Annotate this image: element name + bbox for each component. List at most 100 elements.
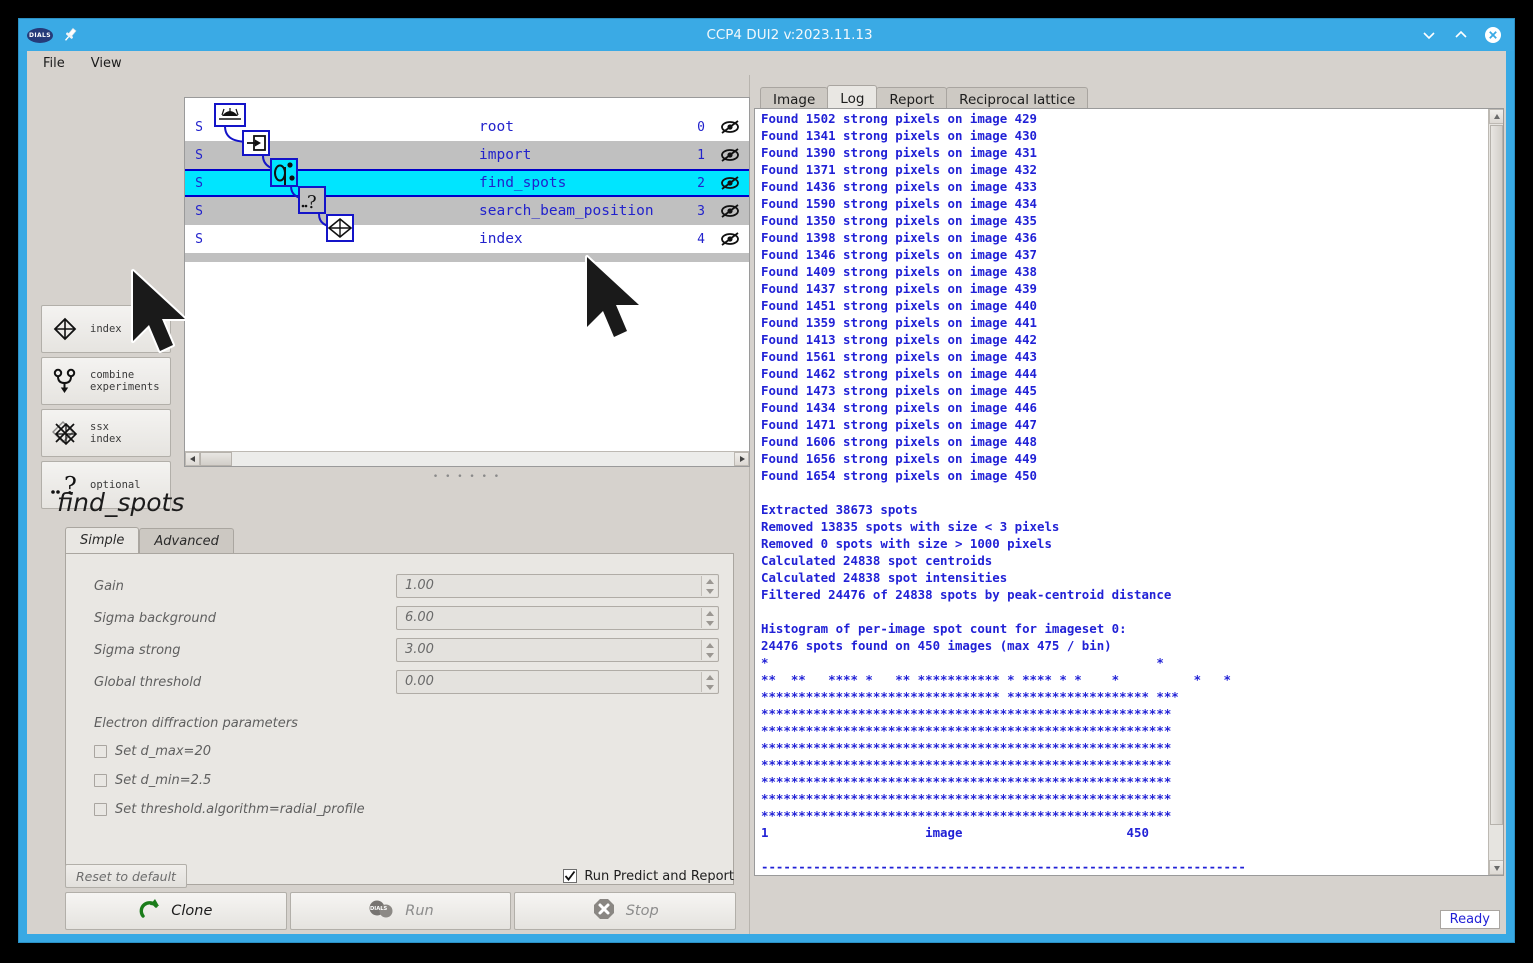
maximize-button[interactable] <box>1452 26 1470 44</box>
sigma-background-input[interactable]: 6.00 <box>395 606 719 630</box>
check-icon <box>565 870 576 881</box>
stepper-down-icon[interactable] <box>702 618 717 628</box>
d-max-label: Set d_max=20 <box>115 744 211 759</box>
splitter-grip-icon: • • • • • • <box>432 472 502 482</box>
window-controls <box>1420 26 1514 44</box>
gain-stepper[interactable] <box>701 576 717 596</box>
param-row-global-threshold: Global threshold 0.00 <box>80 666 719 698</box>
minimize-button[interactable] <box>1420 26 1438 44</box>
eye-slash-icon[interactable] <box>719 145 741 165</box>
clone-label: Clone <box>171 903 213 919</box>
stop-octagon-icon <box>592 897 616 925</box>
scroll-down-arrow-icon[interactable] <box>1489 860 1503 875</box>
dials-logo-icon: DIALS <box>27 27 53 43</box>
checkbox-row-d-max[interactable]: Set d_max=20 <box>80 737 719 766</box>
global-threshold-label: Global threshold <box>94 674 202 690</box>
row-label: import <box>479 147 532 163</box>
tree-horizontal-scrollbar[interactable] <box>185 451 749 466</box>
desktop-background: DIALS CCP4 DUI2 v:2023.11.13 File View i… <box>0 0 1533 963</box>
stepper-up-icon[interactable] <box>702 640 717 650</box>
scroll-up-arrow-icon[interactable] <box>1489 109 1503 124</box>
application-window: DIALS CCP4 DUI2 v:2023.11.13 File View i… <box>18 18 1515 943</box>
pin-icon[interactable] <box>61 26 79 44</box>
row-label: search_beam_position <box>479 203 654 219</box>
run-predict-and-report-toggle[interactable]: Run Predict and Report <box>563 869 740 884</box>
sigma-strong-value: 3.00 <box>404 642 434 657</box>
global-threshold-stepper[interactable] <box>701 672 717 692</box>
clone-button[interactable]: Clone <box>65 892 287 930</box>
eye-slash-icon[interactable] <box>719 117 741 137</box>
reset-row: Reset to default Run Predict and Report <box>35 864 742 892</box>
run-predict-checkbox[interactable] <box>563 869 578 883</box>
left-pane: index combine experiments ssx index ? op… <box>27 75 750 934</box>
menu-bar: File View <box>27 51 1506 75</box>
run-predict-label: Run Predict and Report <box>584 868 734 884</box>
tab-simple[interactable]: Simple <box>65 527 140 553</box>
d-max-checkbox[interactable] <box>94 745 107 758</box>
stepper-up-icon[interactable] <box>702 576 717 586</box>
log-vertical-scrollbar[interactable] <box>1488 109 1503 875</box>
stepper-down-icon[interactable] <box>702 682 717 692</box>
stepper-up-icon[interactable] <box>702 672 717 682</box>
tree-row-search-beam-position[interactable]: S search_beam_position 3 <box>185 197 749 225</box>
tab-advanced[interactable]: Advanced <box>139 528 234 553</box>
global-threshold-value: 0.00 <box>404 674 434 689</box>
stepper-down-icon[interactable] <box>702 586 717 596</box>
reset-to-default-button[interactable]: Reset to default <box>65 864 187 888</box>
eye-slash-icon[interactable] <box>719 201 741 221</box>
threshold-algorithm-checkbox[interactable] <box>94 803 107 816</box>
tree-row-root[interactable]: S root 0 <box>185 113 749 141</box>
d-min-checkbox[interactable] <box>94 774 107 787</box>
sigma-background-value: 6.00 <box>404 610 434 625</box>
parameter-panel: Gain 1.00 Sigma background 6.00 Sigma st… <box>65 553 734 885</box>
checkbox-row-threshold-algorithm[interactable]: Set threshold.algorithm=radial_profile <box>80 795 719 824</box>
menu-view[interactable]: View <box>91 56 122 71</box>
tree-row-index[interactable]: S index 4 <box>185 225 749 253</box>
vsb-thumb[interactable] <box>1490 125 1503 825</box>
status-badge: Ready <box>1439 910 1500 929</box>
stepper-up-icon[interactable] <box>702 608 717 618</box>
gain-input[interactable]: 1.00 <box>395 574 719 598</box>
page-title: find_spots <box>57 488 185 517</box>
stepper-down-icon[interactable] <box>702 650 717 660</box>
row-label: index <box>479 231 523 247</box>
param-row-sigma-background: Sigma background 6.00 <box>80 602 719 634</box>
pipeline-tree[interactable]: S root 0 S import 1 S find_spots 2 S sea… <box>184 97 750 467</box>
row-label: root <box>479 119 514 135</box>
run-button[interactable]: DIALS Run <box>289 892 512 930</box>
sigma-strong-label: Sigma strong <box>94 642 181 658</box>
pane-splitter[interactable]: • • • • • • <box>184 470 750 484</box>
tree-row-import[interactable]: S import 1 <box>185 141 749 169</box>
row-status-flag: S <box>195 119 203 135</box>
tree-row-find-spots[interactable]: S find_spots 2 <box>185 169 749 197</box>
clone-arrow-icon <box>139 897 161 925</box>
stop-button[interactable]: Stop <box>514 892 737 930</box>
sigma-strong-stepper[interactable] <box>701 640 717 660</box>
dials-logo-icon: DIALS <box>367 897 395 925</box>
svg-text:DIALS: DIALS <box>370 906 388 912</box>
log-output-panel[interactable]: Found 1502 strong pixels on image 429 Fo… <box>754 108 1504 876</box>
global-threshold-input[interactable]: 0.00 <box>395 670 719 694</box>
close-icon[interactable] <box>1484 26 1502 44</box>
row-status-flag: S <box>195 175 203 191</box>
scroll-left-arrow-icon[interactable] <box>185 452 200 466</box>
gain-value: 1.00 <box>404 578 434 593</box>
row-index: 2 <box>697 175 705 191</box>
hsb-thumb[interactable] <box>200 452 232 466</box>
scroll-right-arrow-icon[interactable] <box>734 452 749 466</box>
client-area: index combine experiments ssx index ? op… <box>27 75 1506 934</box>
sigma-background-label: Sigma background <box>94 610 217 626</box>
title-bar: DIALS CCP4 DUI2 v:2023.11.13 <box>19 19 1514 51</box>
gain-label: Gain <box>94 578 124 594</box>
bottom-bar: Reset to default Run Predict and Report <box>27 864 750 930</box>
sigma-background-stepper[interactable] <box>701 608 717 628</box>
action-buttons: Clone DIALS Run Stop <box>35 892 742 930</box>
log-text: Found 1502 strong pixels on image 429 Fo… <box>761 111 1246 874</box>
hsb-track[interactable] <box>200 452 734 466</box>
eye-slash-icon[interactable] <box>719 229 741 249</box>
status-bar: Ready <box>1439 910 1500 929</box>
eye-slash-icon[interactable] <box>719 173 741 193</box>
checkbox-row-d-min[interactable]: Set d_min=2.5 <box>80 766 719 795</box>
sigma-strong-input[interactable]: 3.00 <box>395 638 719 662</box>
menu-file[interactable]: File <box>43 56 65 71</box>
